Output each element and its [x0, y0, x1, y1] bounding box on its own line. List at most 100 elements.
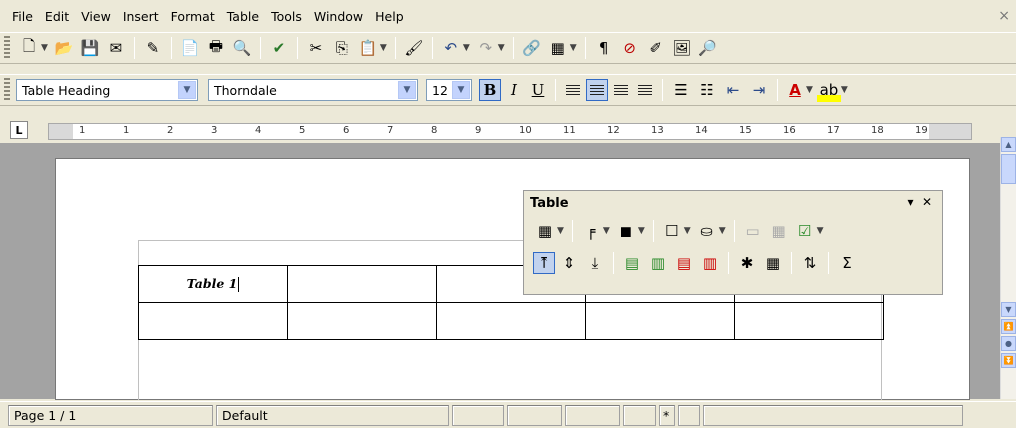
clone-formatting-icon[interactable]: 🖌 — [402, 36, 426, 60]
vertical-scrollbar[interactable]: ▲ ▼ ⏫ ● ⏬ — [1000, 137, 1016, 399]
menu-insert[interactable]: Insert — [117, 9, 165, 24]
formatting-marks-icon[interactable]: ¶ — [592, 36, 616, 60]
edit-file-icon[interactable]: ✎ — [141, 36, 165, 60]
close-document-icon[interactable]: × — [998, 8, 1010, 24]
dropdown-icon[interactable]: ▾ — [908, 195, 914, 209]
chevron-down-icon[interactable]: ▼ — [719, 226, 726, 236]
undo-icon[interactable]: ↶ — [439, 36, 463, 60]
table-cell[interactable] — [585, 302, 735, 340]
insert-row-icon[interactable]: ▤ — [620, 251, 644, 275]
table-cell[interactable] — [287, 302, 437, 340]
scroll-down-icon[interactable]: ▼ — [1001, 302, 1016, 317]
delete-row-icon[interactable]: ▤ — [672, 251, 696, 275]
borders-icon[interactable]: ☐ — [660, 219, 684, 243]
page-style-indicator[interactable]: Default — [216, 404, 449, 426]
paste-icon[interactable]: 📋 — [356, 36, 380, 60]
line-style-icon[interactable]: ╒ — [579, 219, 603, 243]
optimize-icon[interactable]: ✱ — [735, 251, 759, 275]
menu-window[interactable]: Window — [308, 9, 369, 24]
menu-table[interactable]: Table — [221, 9, 265, 24]
chevron-down-icon[interactable]: ▼ — [570, 43, 577, 53]
horizontal-ruler[interactable]: 1 1 2 3 4 5 6 7 8 9 10 11 12 13 14 15 16 17 18 19 — [48, 123, 972, 140]
decrease-indent-icon[interactable]: ⇤ — [721, 78, 745, 102]
chevron-down-icon[interactable]: ▼ — [41, 43, 48, 53]
tab-stop-type-button[interactable]: L — [10, 121, 28, 139]
menu-help[interactable]: Help — [369, 9, 410, 24]
sort-icon[interactable]: ⇅ — [798, 251, 822, 275]
font-color-icon[interactable]: A — [784, 79, 806, 101]
open-folder-icon[interactable]: 📂 — [52, 36, 76, 60]
align-top-icon[interactable]: ⤒ — [533, 252, 555, 274]
table-toolbar[interactable]: Table ▾ ✕ ▦ ▼ ╒ ▼ ◼ ▼ ☐ ▼ ⛀ ▼ ▭ ▦ ☑ ▼ ⤒ ⇕ ⤓ ▤ … — [523, 190, 943, 295]
bold-button[interactable]: B — [479, 79, 501, 101]
align-right-button[interactable] — [610, 79, 632, 101]
select-table-icon[interactable]: ▦ — [761, 251, 785, 275]
paragraph-style-select[interactable]: Table Heading ▼ — [16, 79, 198, 101]
email-icon[interactable]: ✉ — [104, 36, 128, 60]
chevron-down-icon[interactable]: ▼ — [638, 226, 645, 236]
redo-icon[interactable]: ↷ — [474, 36, 498, 60]
chevron-down-icon[interactable]: ▼ — [603, 226, 610, 236]
menu-tools[interactable]: Tools — [265, 9, 308, 24]
increase-indent-icon[interactable]: ⇥ — [747, 78, 771, 102]
navigator-icon[interactable]: ⊘ — [618, 36, 642, 60]
toolbar-grip[interactable] — [4, 78, 10, 102]
table-cell[interactable] — [436, 302, 586, 340]
draw-functions-icon[interactable]: ✐ — [644, 36, 668, 60]
chevron-down-icon[interactable]: ▼ — [380, 43, 387, 53]
italic-button[interactable]: I — [503, 79, 525, 101]
scroll-thumb[interactable] — [1001, 154, 1016, 184]
insert-table-icon[interactable]: ▦ — [546, 36, 570, 60]
table-icon[interactable]: ▦ — [533, 219, 557, 243]
navigation-icon[interactable]: ● — [1001, 336, 1016, 351]
center-vertically-icon[interactable]: ⇕ — [557, 251, 581, 275]
spellcheck-icon[interactable]: ✔ — [267, 36, 291, 60]
font-name-select[interactable]: Thorndale ▼ — [208, 79, 418, 101]
highlighting-icon[interactable]: ab — [816, 78, 841, 102]
hyperlink-icon[interactable]: 🔗 — [520, 36, 544, 60]
font-size-select[interactable]: 12 ▼ — [426, 79, 472, 101]
chevron-down-icon[interactable]: ▼ — [498, 43, 505, 53]
print-icon[interactable]: 🖶 — [204, 36, 228, 60]
copy-icon[interactable]: ⎘ — [330, 36, 354, 60]
justify-button[interactable] — [634, 79, 656, 101]
table-cell[interactable] — [734, 302, 884, 340]
close-icon[interactable]: ✕ — [922, 195, 932, 209]
chevron-down-icon[interactable]: ▼ — [178, 81, 196, 99]
align-left-button[interactable] — [562, 79, 584, 101]
sum-icon[interactable]: Σ — [835, 251, 859, 275]
table-cell[interactable] — [138, 302, 288, 340]
insert-column-icon[interactable]: ▥ — [646, 251, 670, 275]
underline-button[interactable]: U — [527, 79, 549, 101]
merge-cells-icon[interactable]: ▭ — [741, 219, 765, 243]
area-fill-icon[interactable]: ⛀ — [695, 219, 719, 243]
table-toolbar-titlebar[interactable]: Table ▾ ✕ — [524, 191, 942, 215]
table-cell[interactable] — [287, 265, 437, 303]
page-indicator[interactable]: Page 1 / 1 — [8, 404, 213, 426]
chevron-down-icon[interactable]: ▼ — [684, 226, 691, 236]
scroll-up-icon[interactable]: ▲ — [1001, 137, 1016, 152]
toolbar-grip[interactable] — [4, 36, 10, 60]
autoformat-icon[interactable]: ☑ — [793, 219, 817, 243]
save-icon[interactable]: 💾 — [78, 36, 102, 60]
align-center-button[interactable] — [586, 79, 608, 101]
chevron-down-icon[interactable]: ▼ — [806, 85, 813, 95]
chevron-down-icon[interactable]: ▼ — [463, 43, 470, 53]
line-color-icon[interactable]: ◼ — [614, 219, 638, 243]
previous-page-icon[interactable]: ⏫ — [1001, 319, 1016, 334]
gallery-icon[interactable]: 🖼 — [670, 36, 694, 60]
chevron-down-icon[interactable]: ▼ — [817, 226, 824, 236]
bullets-icon[interactable]: ☷ — [695, 78, 719, 102]
cut-icon[interactable]: ✂ — [304, 36, 328, 60]
new-document-icon[interactable]: 🗋 — [17, 36, 41, 60]
split-cells-icon[interactable]: ▦ — [767, 219, 791, 243]
menu-view[interactable]: View — [75, 9, 117, 24]
next-page-icon[interactable]: ⏬ — [1001, 353, 1016, 368]
delete-column-icon[interactable]: ▥ — [698, 251, 722, 275]
align-bottom-icon[interactable]: ⤓ — [583, 251, 607, 275]
page-preview-icon[interactable]: 🔍 — [230, 36, 254, 60]
zoom-icon[interactable]: 🔎 — [696, 36, 720, 60]
chevron-down-icon[interactable]: ▼ — [398, 81, 416, 99]
chevron-down-icon[interactable]: ▼ — [557, 226, 564, 236]
table-cell[interactable]: Table 1 — [138, 265, 288, 303]
